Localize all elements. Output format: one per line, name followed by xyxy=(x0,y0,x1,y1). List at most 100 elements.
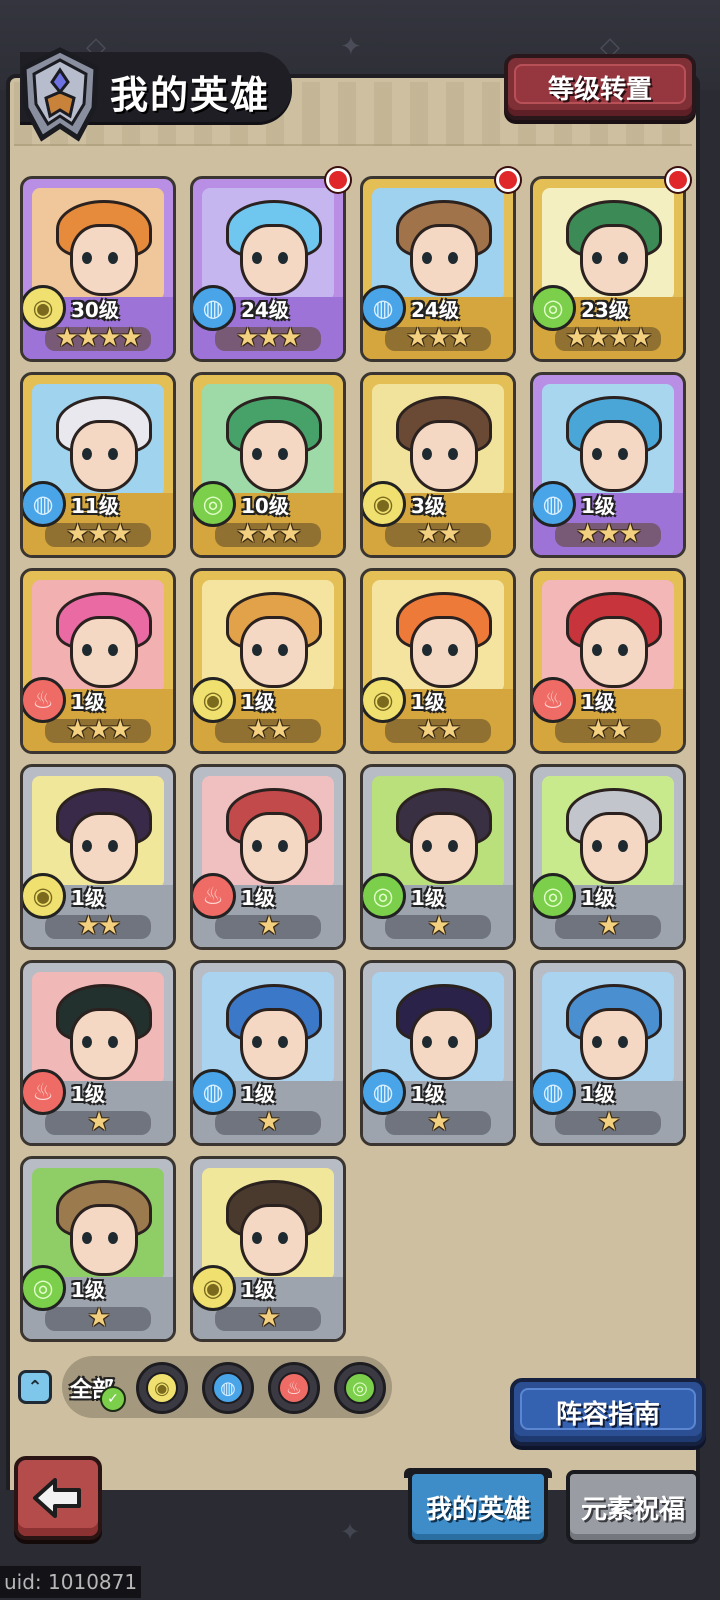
hero-portrait xyxy=(542,188,674,300)
hero-portrait xyxy=(32,776,164,888)
hero-card[interactable]: ★★★ 1级 ◍ xyxy=(530,372,686,558)
water-element-icon: ◍ xyxy=(212,1372,244,1404)
hero-portrait xyxy=(202,1168,334,1280)
filter-earth-button[interactable]: ◉ xyxy=(136,1362,188,1414)
earth-element-icon: ◉ xyxy=(23,873,66,919)
notification-dot-icon xyxy=(326,168,350,192)
hero-portrait xyxy=(32,972,164,1084)
notification-dot-icon xyxy=(666,168,690,192)
water-element-icon: ◍ xyxy=(533,481,576,527)
earth-element-icon: ◉ xyxy=(193,677,236,723)
fire-element-icon: ♨ xyxy=(23,1069,66,1115)
fire-element-icon: ♨ xyxy=(23,677,66,723)
hero-card[interactable]: ★★ 1级 ♨ xyxy=(530,568,686,754)
hero-level: 10级 xyxy=(241,494,289,518)
hero-level: 1级 xyxy=(581,886,615,910)
hero-card[interactable]: ★ 1级 ◍ xyxy=(360,960,516,1146)
hero-card[interactable]: ★★★ 10级 ◎ xyxy=(190,372,346,558)
lineup-guide-button[interactable]: 阵容指南 xyxy=(510,1378,706,1446)
earth-element-icon: ◉ xyxy=(23,285,66,331)
water-element-icon: ◍ xyxy=(193,285,236,331)
back-arrow-icon xyxy=(33,1478,81,1518)
water-element-icon: ◍ xyxy=(193,1069,236,1115)
earth-element-icon: ◉ xyxy=(193,1265,236,1311)
hero-card[interactable]: ★ 1级 ♨ xyxy=(190,764,346,950)
notification-dot-icon xyxy=(496,168,520,192)
collapse-filter-button[interactable]: ⌃ xyxy=(18,1370,52,1404)
chevron-up-icon: ⌃ xyxy=(27,1376,43,1398)
back-button[interactable] xyxy=(14,1456,102,1540)
hero-card[interactable]: ★★ 1级 ◉ xyxy=(20,764,176,950)
hero-level: 24级 xyxy=(241,298,289,322)
hero-card[interactable]: ★★ 1级 ◉ xyxy=(360,568,516,754)
hero-portrait xyxy=(372,580,504,692)
hero-level: 30级 xyxy=(71,298,119,322)
level-reset-button[interactable]: 等级转置 xyxy=(504,54,696,120)
hero-level: 1级 xyxy=(241,886,275,910)
tab-my-heroes[interactable]: 我的英雄 xyxy=(408,1470,548,1544)
hero-level: 23级 xyxy=(581,298,629,322)
sparkle-icon: ✦ xyxy=(340,1518,361,1546)
water-element-icon: ◍ xyxy=(363,1069,406,1115)
hero-level: 3级 xyxy=(411,494,445,518)
hero-card[interactable]: ★ 1级 ◍ xyxy=(530,960,686,1146)
hero-card[interactable]: ★ 1级 ◉ xyxy=(190,1156,346,1342)
hero-portrait xyxy=(542,972,674,1084)
hero-card[interactable]: ★★★★ 23级 ◎ xyxy=(530,176,686,362)
hero-card[interactable]: ★ 1级 ◍ xyxy=(190,960,346,1146)
fire-element-icon: ♨ xyxy=(533,677,576,723)
hero-level: 1级 xyxy=(241,1278,275,1302)
water-element-icon: ◍ xyxy=(23,481,66,527)
fire-element-icon: ♨ xyxy=(193,873,236,919)
filter-wind-button[interactable]: ◎ xyxy=(334,1362,386,1414)
hero-level: 1级 xyxy=(411,1082,445,1106)
hero-portrait xyxy=(542,776,674,888)
hero-card[interactable]: ★ 1级 ♨ xyxy=(20,960,176,1146)
fire-element-icon: ♨ xyxy=(278,1372,310,1404)
hero-level: 1级 xyxy=(411,690,445,714)
hero-portrait xyxy=(32,384,164,496)
hero-level: 1级 xyxy=(581,494,615,518)
hero-level: 1级 xyxy=(241,690,275,714)
hero-portrait xyxy=(202,776,334,888)
hero-card[interactable]: ★ 1级 ◎ xyxy=(360,764,516,950)
hero-card[interactable]: ★★ 3级 ◉ xyxy=(360,372,516,558)
lineup-guide-label: 阵容指南 xyxy=(555,1399,660,1430)
hero-portrait xyxy=(542,580,674,692)
hero-card[interactable]: ★★★★ 30级 ◉ xyxy=(20,176,176,362)
hero-portrait xyxy=(202,972,334,1084)
hero-portrait xyxy=(32,1168,164,1280)
hero-level: 11级 xyxy=(71,494,119,518)
hero-card[interactable]: ★★★ 1级 ♨ xyxy=(20,568,176,754)
water-element-icon: ◍ xyxy=(363,285,406,331)
hero-portrait xyxy=(32,580,164,692)
earth-element-icon: ◉ xyxy=(363,677,406,723)
hero-level: 1级 xyxy=(71,1278,105,1302)
hero-card[interactable]: ★ 1级 ◎ xyxy=(20,1156,176,1342)
helmet-icon xyxy=(21,47,99,142)
hero-level: 1级 xyxy=(581,690,615,714)
hero-portrait xyxy=(372,188,504,300)
earth-element-icon: ◉ xyxy=(363,481,406,527)
hero-portrait xyxy=(202,384,334,496)
filter-fire-button[interactable]: ♨ xyxy=(268,1362,320,1414)
hero-portrait xyxy=(202,580,334,692)
hero-card[interactable]: ★ 1级 ◎ xyxy=(530,764,686,950)
water-element-icon: ◍ xyxy=(533,1069,576,1115)
hero-card[interactable]: ★★★ 24级 ◍ xyxy=(190,176,346,362)
hero-portrait xyxy=(372,776,504,888)
tab-element-blessing[interactable]: 元素祝福 xyxy=(566,1470,700,1544)
level-reset-label: 等级转置 xyxy=(547,74,652,105)
selected-check-icon: ✓ xyxy=(100,1386,126,1412)
hero-card[interactable]: ★★★ 11级 ◍ xyxy=(20,372,176,558)
hero-card[interactable]: ★★ 1级 ◉ xyxy=(190,568,346,754)
sparkle-icon: ✦ xyxy=(340,32,362,62)
hero-portrait xyxy=(372,384,504,496)
hero-portrait xyxy=(32,188,164,300)
hero-portrait xyxy=(372,972,504,1084)
hero-level: 1级 xyxy=(71,690,105,714)
filter-water-button[interactable]: ◍ xyxy=(202,1362,254,1414)
hero-card[interactable]: ★★★ 24级 ◍ xyxy=(360,176,516,362)
wind-element-icon: ◎ xyxy=(344,1372,376,1404)
hero-level: 24级 xyxy=(411,298,459,322)
